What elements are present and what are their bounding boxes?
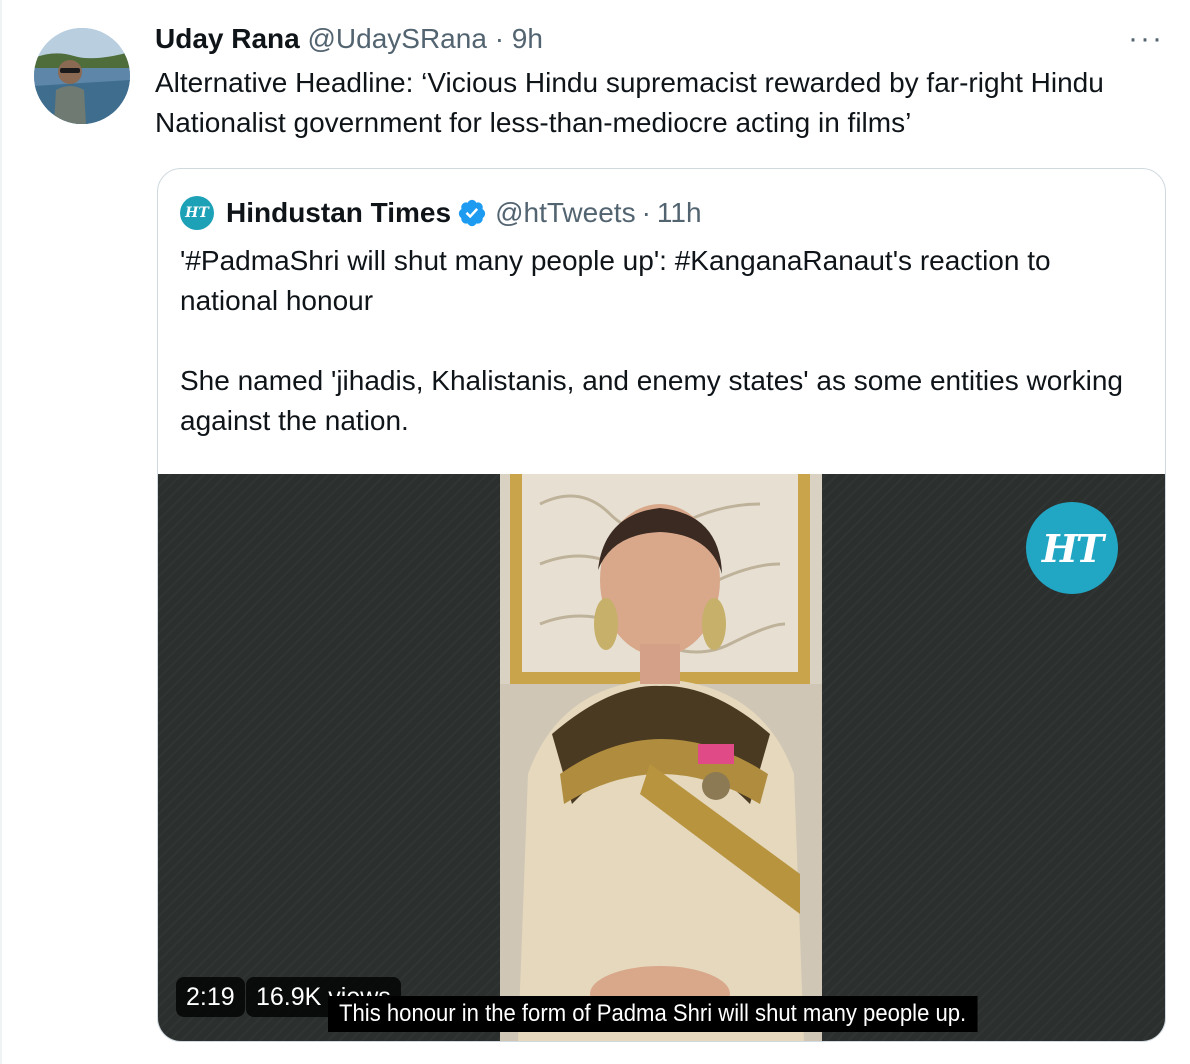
quoted-tweet-card[interactable]: HT Hindustan Times @htTweets · 11h '#Pad… <box>157 168 1166 1042</box>
separator-dot: · <box>641 197 651 228</box>
verified-badge-icon <box>458 199 486 227</box>
quoted-author-name[interactable]: Hindustan Times <box>226 197 451 229</box>
video-player[interactable]: HT 2:19 16.9K views This honour in the f… <box>158 474 1165 1041</box>
tweet-header: Uday Rana @UdaySRana · 9h <box>155 22 543 56</box>
tweet-timestamp[interactable]: 9h <box>512 23 543 54</box>
author-name[interactable]: Uday Rana <box>155 23 300 54</box>
video-frame <box>500 474 822 1041</box>
quoted-tweet-text: '#PadmaShri will shut many people up': #… <box>180 245 1123 436</box>
more-options-icon[interactable]: ··· <box>1128 24 1164 54</box>
ht-logo-badge: HT <box>1026 502 1118 594</box>
author-avatar[interactable] <box>34 28 130 124</box>
ht-avatar[interactable]: HT <box>180 196 214 230</box>
video-subtitle: This honour in the form of Padma Shri wi… <box>328 996 978 1032</box>
quoted-timestamp[interactable]: 11h <box>657 197 702 229</box>
quoted-author-handle[interactable]: @htTweets <box>495 197 635 229</box>
tweet-text: Alternative Headline: ‘Vicious Hindu sup… <box>155 67 1104 138</box>
timeline-divider <box>0 0 2 1064</box>
quoted-tweet-header: HT Hindustan Times @htTweets · 11h <box>180 195 702 231</box>
video-duration: 2:19 <box>176 977 245 1017</box>
author-handle[interactable]: @UdaySRana <box>308 23 487 54</box>
separator-dot: · <box>494 23 505 54</box>
